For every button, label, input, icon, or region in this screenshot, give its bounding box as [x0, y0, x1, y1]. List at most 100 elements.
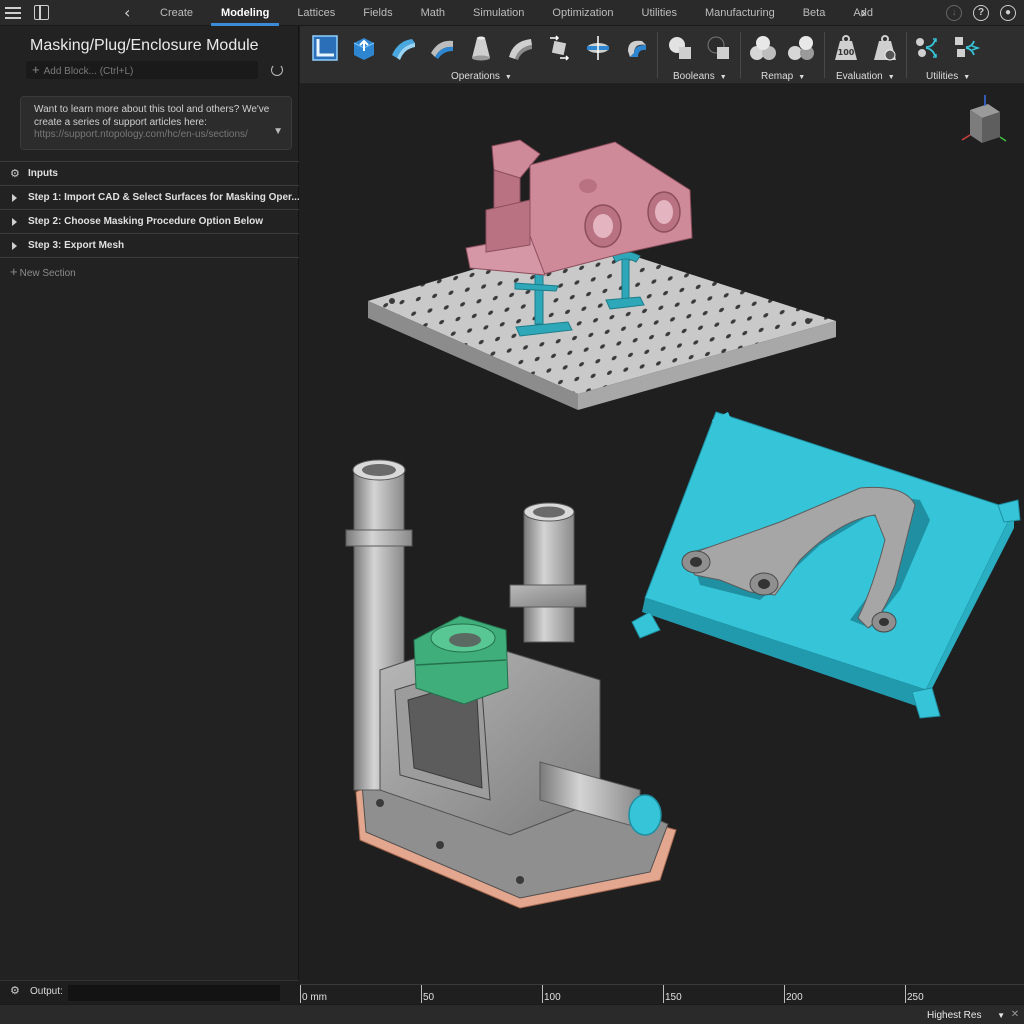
- new-section-label: New Section: [19, 268, 76, 279]
- scene-canvas[interactable]: [300, 85, 1024, 985]
- remap-group-label[interactable]: Remap ▼: [761, 71, 805, 82]
- modeling-ribbon: Operations ▼ Booleans ▼ Remap ▼ 100 Evaluat…: [300, 26, 1024, 84]
- blend-tool-icon[interactable]: [427, 33, 457, 63]
- tab-modeling[interactable]: Modeling: [207, 0, 283, 26]
- thicken-tool-icon[interactable]: [388, 33, 418, 63]
- tab-create[interactable]: Create: [146, 0, 207, 26]
- evaluation-group-label[interactable]: Evaluation ▼: [836, 71, 895, 82]
- utilities-group-label[interactable]: Utilities ▼: [926, 71, 970, 82]
- cone-tool-icon[interactable]: [466, 33, 496, 63]
- group-label-text: Evaluation: [836, 71, 883, 82]
- cyan-mold-enclosure[interactable]: [631, 411, 1021, 719]
- tab-optimization[interactable]: Optimization: [538, 0, 627, 26]
- group-bodies-icon[interactable]: [952, 33, 982, 63]
- new-section-button[interactable]: + New Section: [10, 264, 76, 279]
- chevron-right-icon[interactable]: ›: [860, 3, 866, 22]
- scale-ruler: 0 mm 50 100 150 200 250: [300, 984, 1024, 1004]
- expand-triangle-icon[interactable]: [12, 218, 17, 226]
- tab-simulation[interactable]: Simulation: [459, 0, 538, 26]
- tab-lattices[interactable]: Lattices: [283, 0, 349, 26]
- resolution-select[interactable]: Highest Res ▼: [921, 1007, 1007, 1024]
- output-label: Output:: [30, 986, 63, 997]
- ruler-label: 150: [665, 992, 682, 1003]
- status-bar: Highest Res ▼ ✕: [0, 1004, 1024, 1024]
- info-card: Want to learn more about this tool and o…: [20, 96, 292, 150]
- offset-tool-icon[interactable]: [349, 33, 379, 63]
- output-field[interactable]: [68, 985, 280, 1001]
- section-label: Step 3: Export Mesh: [28, 240, 125, 251]
- view-cube[interactable]: [961, 95, 1007, 143]
- output-bar: ⚙ Output:: [0, 980, 299, 1004]
- section-label: Step 2: Choose Masking Procedure Option …: [28, 216, 264, 227]
- ruler-major-tick: [905, 985, 906, 1003]
- tab-fields[interactable]: Fields: [349, 0, 406, 26]
- section-label: Inputs: [28, 168, 58, 179]
- split-tool-icon[interactable]: [583, 33, 613, 63]
- booleans-group-label[interactable]: Booleans ▼: [673, 71, 727, 82]
- chevron-down-icon[interactable]: ▼: [273, 126, 283, 139]
- mass-properties-icon[interactable]: [870, 33, 900, 63]
- group-label-text: Utilities: [926, 71, 959, 82]
- caret-down-icon: ▼: [504, 74, 512, 81]
- ruler-major-tick: [300, 985, 301, 1003]
- panel-toggle-icon[interactable]: [34, 5, 49, 20]
- expand-triangle-icon[interactable]: [12, 242, 17, 250]
- tab-manufacturing[interactable]: Manufacturing: [691, 0, 789, 26]
- support-link[interactable]: https://support.ntopology.com/hc/en-us/s…: [34, 129, 278, 142]
- fixture-build-plate[interactable]: [368, 238, 836, 410]
- close-icon[interactable]: ✕: [1008, 1007, 1022, 1023]
- ribbon-divider: [824, 32, 825, 78]
- bend-tool-icon[interactable]: [505, 33, 535, 63]
- section-step-3[interactable]: Step 3: Export Mesh: [0, 233, 299, 258]
- mass-weight-icon[interactable]: 100: [831, 33, 861, 63]
- download-icon[interactable]: ↓: [946, 5, 962, 21]
- resolution-value: Highest Res: [927, 1010, 982, 1021]
- group-label-text: Operations: [451, 71, 500, 82]
- gear-icon: ⚙: [10, 167, 20, 180]
- section-step-1[interactable]: Step 1: Import CAD & Select Surfaces for…: [0, 185, 299, 209]
- top-right-icons: ↓ ? ●: [946, 5, 1016, 21]
- tab-beta[interactable]: Beta: [789, 0, 840, 26]
- chevron-left-icon[interactable]: ‹: [124, 3, 130, 22]
- ribbon-divider: [906, 32, 907, 78]
- gear-icon[interactable]: ⚙: [10, 984, 20, 997]
- hamburger-menu-icon[interactable]: [5, 5, 21, 21]
- boolean-union-icon[interactable]: [666, 33, 696, 63]
- remap-icon[interactable]: [748, 33, 778, 63]
- ruler-major-tick: [421, 985, 422, 1003]
- ruler-major-tick: [542, 985, 543, 1003]
- plus-icon: +: [10, 264, 18, 279]
- section-inputs[interactable]: ⚙ Inputs: [0, 161, 299, 185]
- 3d-viewport[interactable]: [300, 85, 1024, 985]
- help-icon[interactable]: ?: [973, 5, 989, 21]
- add-block-input[interactable]: + Add Block... (Ctrl+L): [26, 61, 258, 79]
- expand-triangle-icon[interactable]: [12, 194, 17, 202]
- gray-housing-part[interactable]: [345, 459, 677, 909]
- refresh-icon[interactable]: [271, 64, 283, 76]
- top-nav-bar: ‹ Create Modeling Lattices Fields Math S…: [0, 0, 1024, 26]
- ruler-label: 200: [786, 992, 803, 1003]
- sweep-tool-icon[interactable]: [622, 33, 652, 63]
- module-title: Masking/Plug/Enclosure Module: [30, 37, 259, 54]
- ruler-major-tick: [784, 985, 785, 1003]
- boolean-subtract-icon[interactable]: [704, 33, 734, 63]
- caret-down-icon: ▼: [798, 74, 806, 81]
- caret-down-icon: ▼: [887, 74, 895, 81]
- taper-tool-icon[interactable]: [544, 33, 574, 63]
- pink-bracket-part[interactable]: [465, 139, 693, 276]
- tab-utilities[interactable]: Utilities: [628, 0, 691, 26]
- caret-down-icon: ▼: [719, 74, 727, 81]
- operations-group-label[interactable]: Operations ▼: [451, 71, 512, 82]
- ruler-label: 50: [423, 992, 435, 1003]
- caret-down-icon: ▼: [997, 1011, 1005, 1020]
- tab-additive[interactable]: Additive: [839, 0, 873, 26]
- notebook-panel: Masking/Plug/Enclosure Module + Add Block…: [0, 26, 299, 998]
- account-icon[interactable]: ●: [1000, 5, 1016, 21]
- split-bodies-icon[interactable]: [913, 33, 943, 63]
- ruler-major-tick: [663, 985, 664, 1003]
- tab-math[interactable]: Math: [407, 0, 459, 26]
- section-label: Step 1: Import CAD & Select Surfaces for…: [28, 192, 299, 203]
- shell-tool-icon[interactable]: [310, 33, 340, 63]
- remap-field-icon[interactable]: [786, 33, 816, 63]
- section-step-2[interactable]: Step 2: Choose Masking Procedure Option …: [0, 209, 299, 233]
